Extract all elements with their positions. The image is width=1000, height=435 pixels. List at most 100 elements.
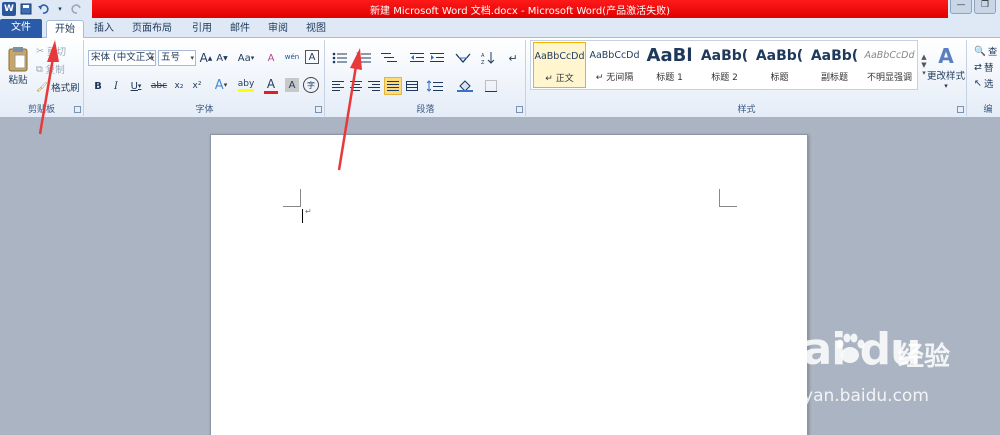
sort-button[interactable]: AZ [480, 50, 496, 66]
window-title: 新建 Microsoft Word 文档.docx - Microsoft Wo… [370, 6, 670, 17]
brush-icon: 🖌 [36, 81, 49, 93]
highlight-button[interactable]: aby [235, 76, 257, 94]
styles-launcher-icon[interactable] [957, 106, 964, 113]
underline-button[interactable]: U ▾ [127, 78, 145, 94]
align-center-button[interactable] [348, 78, 364, 94]
align-left-icon [332, 81, 344, 91]
scissors-icon: ✂ [36, 45, 44, 57]
tab-view[interactable]: 视图 [298, 20, 334, 38]
editing-group: 🔍 查 ⇄ 替 ↖ 选 编 [968, 40, 1000, 116]
tab-insert[interactable]: 插入 [86, 20, 122, 38]
dropdown-icon[interactable]: ▾ [53, 2, 67, 16]
font-color-button[interactable]: A [261, 76, 281, 94]
font-launcher-icon[interactable] [315, 106, 322, 113]
character-border-button[interactable]: A [305, 50, 319, 64]
borders-button[interactable] [480, 78, 502, 94]
increase-indent-icon [430, 53, 444, 62]
font-family-select[interactable]: 宋体 (中文正文) ▾ [88, 50, 156, 66]
save-icon[interactable] [19, 2, 33, 16]
bullet-list-icon [332, 52, 347, 64]
margin-corner-top-left [283, 189, 301, 207]
tab-references[interactable]: 引用 [184, 20, 220, 38]
quick-access-toolbar: W ▾ ▾ [2, 2, 101, 16]
svg-text:3: 3 [356, 60, 359, 64]
justify-icon [387, 81, 399, 91]
numbering-button[interactable]: 123 [354, 50, 374, 66]
style-no-spacing[interactable]: AaBbCcDd ↵ 无间隔 [588, 42, 641, 88]
clear-formatting-button[interactable]: A [263, 50, 279, 66]
replace-button[interactable]: ⇄ 替 [974, 60, 993, 75]
distributed-button[interactable] [404, 78, 420, 94]
character-shading-button[interactable]: A [285, 78, 299, 92]
change-case-button[interactable]: Aa ▾ [235, 50, 257, 66]
restore-button[interactable]: ❐ [974, 0, 996, 14]
tab-page-layout[interactable]: 页面布局 [124, 20, 180, 38]
align-right-button[interactable] [366, 78, 382, 94]
tab-mailings[interactable]: 邮件 [222, 20, 258, 38]
find-button[interactable]: 🔍 查 [974, 44, 997, 59]
tab-review[interactable]: 审阅 [260, 20, 296, 38]
enclose-characters-button[interactable]: 字 [303, 77, 319, 93]
style-heading-1[interactable]: AaBl 标题 1 [643, 42, 696, 88]
superscript-button[interactable]: x² [189, 78, 205, 94]
multilevel-list-button[interactable] [378, 50, 400, 66]
paste-button[interactable]: 粘贴 [4, 42, 32, 90]
tab-file[interactable]: 文件 [0, 19, 42, 38]
word-app-icon[interactable]: W [2, 2, 16, 16]
undo-icon[interactable] [36, 2, 50, 16]
line-spacing-button[interactable] [424, 78, 446, 94]
paragraph-label: 段落 [416, 105, 435, 115]
decrease-indent-button[interactable] [408, 50, 426, 66]
increase-indent-button[interactable] [428, 50, 446, 66]
ribbon: 粘贴 ✂ 剪切 ⧉ 复制 🖌 格式刷 剪贴板 宋体 (中文正文) ▾ 五号 ▾ A ▲ A ▼… [0, 38, 1000, 118]
borders-icon [485, 80, 497, 92]
redo-icon[interactable] [70, 2, 84, 16]
binoculars-icon: 🔍 [974, 45, 986, 57]
justify-button[interactable] [384, 77, 402, 95]
margin-corner-top-right [719, 189, 737, 207]
style-subtitle[interactable]: AaBb( 副标题 [808, 42, 861, 88]
phonetic-guide-button[interactable]: wén [283, 48, 301, 66]
copy-button[interactable]: ⧉ 复制 [36, 62, 65, 77]
document-page[interactable]: ↵ [210, 134, 808, 435]
font-size-select[interactable]: 五号 ▾ [158, 50, 196, 66]
sort-icon: AZ [481, 52, 495, 65]
chinese-layout-button[interactable] [452, 50, 474, 66]
clipboard-launcher-icon[interactable] [74, 106, 81, 113]
distributed-icon [406, 81, 418, 91]
svg-text:A: A [481, 53, 485, 59]
style-subtle-emphasis[interactable]: AaBbCcDd 不明显强调 [863, 42, 916, 88]
align-left-button[interactable] [330, 78, 346, 94]
select-button[interactable]: ↖ 选 [974, 76, 993, 91]
paragraph-shading-button[interactable] [454, 78, 476, 94]
show-marks-button[interactable]: ↵ [506, 50, 520, 66]
style-normal[interactable]: AaBbCcDd ↵ 正文 [533, 42, 586, 88]
paragraph-launcher-icon[interactable] [516, 106, 523, 113]
strikethrough-button[interactable]: abc [149, 78, 169, 94]
format-painter-button[interactable]: 🖌 格式刷 [36, 80, 80, 95]
paste-label: 粘贴 [8, 75, 28, 86]
italic-button[interactable]: I [109, 78, 123, 94]
baidu-watermark: Bai du 经验 jingyan.baidu.com [770, 324, 990, 414]
grow-font-button[interactable]: A ▲ [199, 50, 213, 66]
style-heading-2[interactable]: AaBb( 标题 2 [698, 42, 751, 88]
minimize-button[interactable]: — [950, 0, 972, 14]
subscript-button[interactable]: x₂ [171, 78, 187, 94]
change-styles-button[interactable]: A 更改样式 ▾ [927, 42, 965, 92]
shrink-font-button[interactable]: A ▼ [215, 50, 229, 66]
paint-bucket-icon [457, 80, 473, 92]
paragraph-group: 123 AZ ↵ 段落 [326, 40, 526, 116]
cut-button[interactable]: ✂ 剪切 [36, 44, 66, 59]
title-bar: W ▾ ▾ 新建 Microsoft Word 文档.docx - Micros… [0, 0, 1000, 18]
bullets-button[interactable] [330, 50, 350, 66]
decrease-indent-icon [410, 53, 424, 62]
chevron-down-icon: ▾ [190, 54, 194, 62]
multilevel-list-icon [381, 53, 397, 62]
text-effects-button[interactable]: A ▾ [211, 76, 231, 94]
tab-home[interactable]: 开始 [46, 20, 84, 39]
chevron-up-icon: ▲ [921, 53, 927, 61]
bold-button[interactable]: B [91, 78, 105, 94]
style-title[interactable]: AaBb( 标题 [753, 42, 806, 88]
paste-icon [8, 47, 28, 72]
copy-icon: ⧉ [36, 63, 43, 75]
